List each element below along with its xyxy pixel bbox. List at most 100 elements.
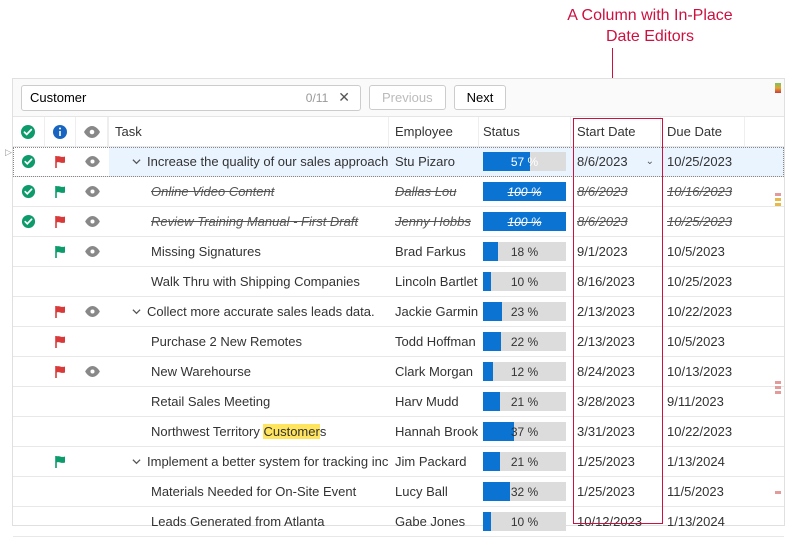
table-row[interactable]: Retail Sales MeetingHarv Mudd 21 % 3/28/… [13,387,784,417]
table-row[interactable]: Leads Generated from AtlantaGabe Jones 1… [13,507,784,537]
task-cell[interactable]: Collect more accurate sales leads data. [109,297,389,326]
due-date-column-header[interactable]: Due Date [661,117,745,146]
task-cell[interactable]: Northwest Territory Customers [109,417,389,446]
start-date-cell[interactable]: 10/12/2023 [571,507,661,536]
flag-cell[interactable] [45,357,77,386]
eye-cell[interactable] [76,147,108,176]
task-cell[interactable]: Online Video Content [109,177,389,206]
check-cell[interactable] [13,507,45,536]
start-date-cell[interactable]: 8/6/2023⌄ [571,147,661,176]
status-cell[interactable]: 100 % [479,207,571,236]
table-row[interactable]: New WarehourseClark Morgan 12 % 8/24/202… [13,357,784,387]
previous-button[interactable]: Previous [369,85,446,110]
flag-cell[interactable] [45,507,77,536]
due-date-cell[interactable]: 10/25/2023 [661,147,745,176]
due-date-cell[interactable]: 10/22/2023 [661,297,745,326]
check-cell[interactable] [13,237,45,266]
flag-cell[interactable] [45,477,77,506]
start-date-cell[interactable]: 2/13/2023 [571,297,661,326]
flag-cell[interactable] [45,237,77,266]
eye-cell[interactable] [76,417,108,446]
eye-cell[interactable] [76,237,108,266]
table-row[interactable]: Online Video ContentDallas Lou 100 % 8/6… [13,177,784,207]
employee-cell[interactable]: Hannah Brookly [389,417,479,446]
task-cell[interactable]: New Warehourse [109,357,389,386]
due-date-cell[interactable]: 11/5/2023 [661,477,745,506]
flag-cell[interactable] [45,387,77,416]
table-row[interactable]: Missing SignaturesBrad Farkus 18 % 9/1/2… [13,237,784,267]
task-cell[interactable]: Missing Signatures [109,237,389,266]
check-column-header[interactable] [13,117,45,146]
eye-cell[interactable] [76,447,108,476]
flag-cell[interactable] [45,267,77,296]
eye-cell[interactable] [76,177,108,206]
search-box[interactable]: 0/11 ✕ [21,85,361,111]
flag-cell[interactable] [45,447,77,476]
check-cell[interactable] [13,357,45,386]
start-date-cell[interactable]: 2/13/2023 [571,327,661,356]
table-row[interactable]: Northwest Territory CustomersHannah Broo… [13,417,784,447]
date-editor[interactable]: 8/6/2023⌄ [577,154,654,169]
status-cell[interactable]: 10 % [479,267,571,296]
check-cell[interactable] [13,267,45,296]
clear-search-icon[interactable]: ✕ [334,89,354,106]
employee-cell[interactable]: Jenny Hobbs [389,207,479,236]
table-row[interactable]: Implement a better system for tracking i… [13,447,784,477]
chevron-down-icon[interactable]: ⌄ [646,156,654,167]
eye-cell[interactable] [76,387,108,416]
start-date-cell[interactable]: 1/25/2023 [571,477,661,506]
status-cell[interactable]: 32 % [479,477,571,506]
flag-cell[interactable] [45,177,77,206]
start-date-cell[interactable]: 3/28/2023 [571,387,661,416]
check-cell[interactable] [13,207,45,236]
due-date-cell[interactable]: 1/13/2024 [661,507,745,536]
employee-cell[interactable]: Clark Morgan [389,357,479,386]
due-date-cell[interactable]: 10/5/2023 [661,237,745,266]
due-date-cell[interactable]: 10/22/2023 [661,417,745,446]
task-cell[interactable]: Materials Needed for On-Site Event [109,477,389,506]
due-date-cell[interactable]: 10/25/2023 [661,207,745,236]
task-column-header[interactable]: Task [109,117,389,146]
check-cell[interactable] [13,297,45,326]
flag-cell[interactable] [45,327,77,356]
task-cell[interactable]: Review Training Manual - First Draft [109,207,389,236]
employee-cell[interactable]: Jackie Garmin [389,297,479,326]
status-cell[interactable]: 100 % [479,177,571,206]
status-cell[interactable]: 22 % [479,327,571,356]
start-date-cell[interactable]: 9/1/2023 [571,237,661,266]
employee-cell[interactable]: Todd Hoffman [389,327,479,356]
due-date-cell[interactable]: 10/16/2023 [661,177,745,206]
employee-cell[interactable]: Brad Farkus [389,237,479,266]
check-cell[interactable] [13,147,45,176]
employee-cell[interactable]: Gabe Jones [389,507,479,536]
start-date-cell[interactable]: 8/6/2023 [571,177,661,206]
employee-column-header[interactable]: Employee [389,117,479,146]
check-cell[interactable] [13,177,45,206]
task-cell[interactable]: Increase the quality of our sales approa… [109,147,389,176]
start-date-cell[interactable]: 8/6/2023 [571,207,661,236]
due-date-cell[interactable]: 10/5/2023 [661,327,745,356]
table-row[interactable]: Collect more accurate sales leads data.J… [13,297,784,327]
status-cell[interactable]: 18 % [479,237,571,266]
due-date-cell[interactable]: 10/13/2023 [661,357,745,386]
check-cell[interactable] [13,447,45,476]
start-date-cell[interactable]: 8/24/2023 [571,357,661,386]
employee-cell[interactable]: Harv Mudd [389,387,479,416]
eye-cell[interactable] [76,507,108,536]
employee-cell[interactable]: Jim Packard [389,447,479,476]
status-cell[interactable]: 10 % [479,507,571,536]
employee-cell[interactable]: Lincoln Bartlett [389,267,479,296]
check-cell[interactable] [13,327,45,356]
status-cell[interactable]: 12 % [479,357,571,386]
next-button[interactable]: Next [454,85,507,110]
flag-cell[interactable] [45,417,77,446]
eye-cell[interactable] [76,297,108,326]
status-column-header[interactable]: Status [479,117,571,146]
status-cell[interactable]: 21 % [479,447,571,476]
expand-collapse-icon[interactable] [129,455,143,469]
expand-collapse-icon[interactable] [129,305,143,319]
flag-cell[interactable] [45,147,77,176]
start-date-cell[interactable]: 3/31/2023 [571,417,661,446]
table-row[interactable]: Purchase 2 New RemotesTodd Hoffman 22 % … [13,327,784,357]
task-cell[interactable]: Walk Thru with Shipping Companies [109,267,389,296]
